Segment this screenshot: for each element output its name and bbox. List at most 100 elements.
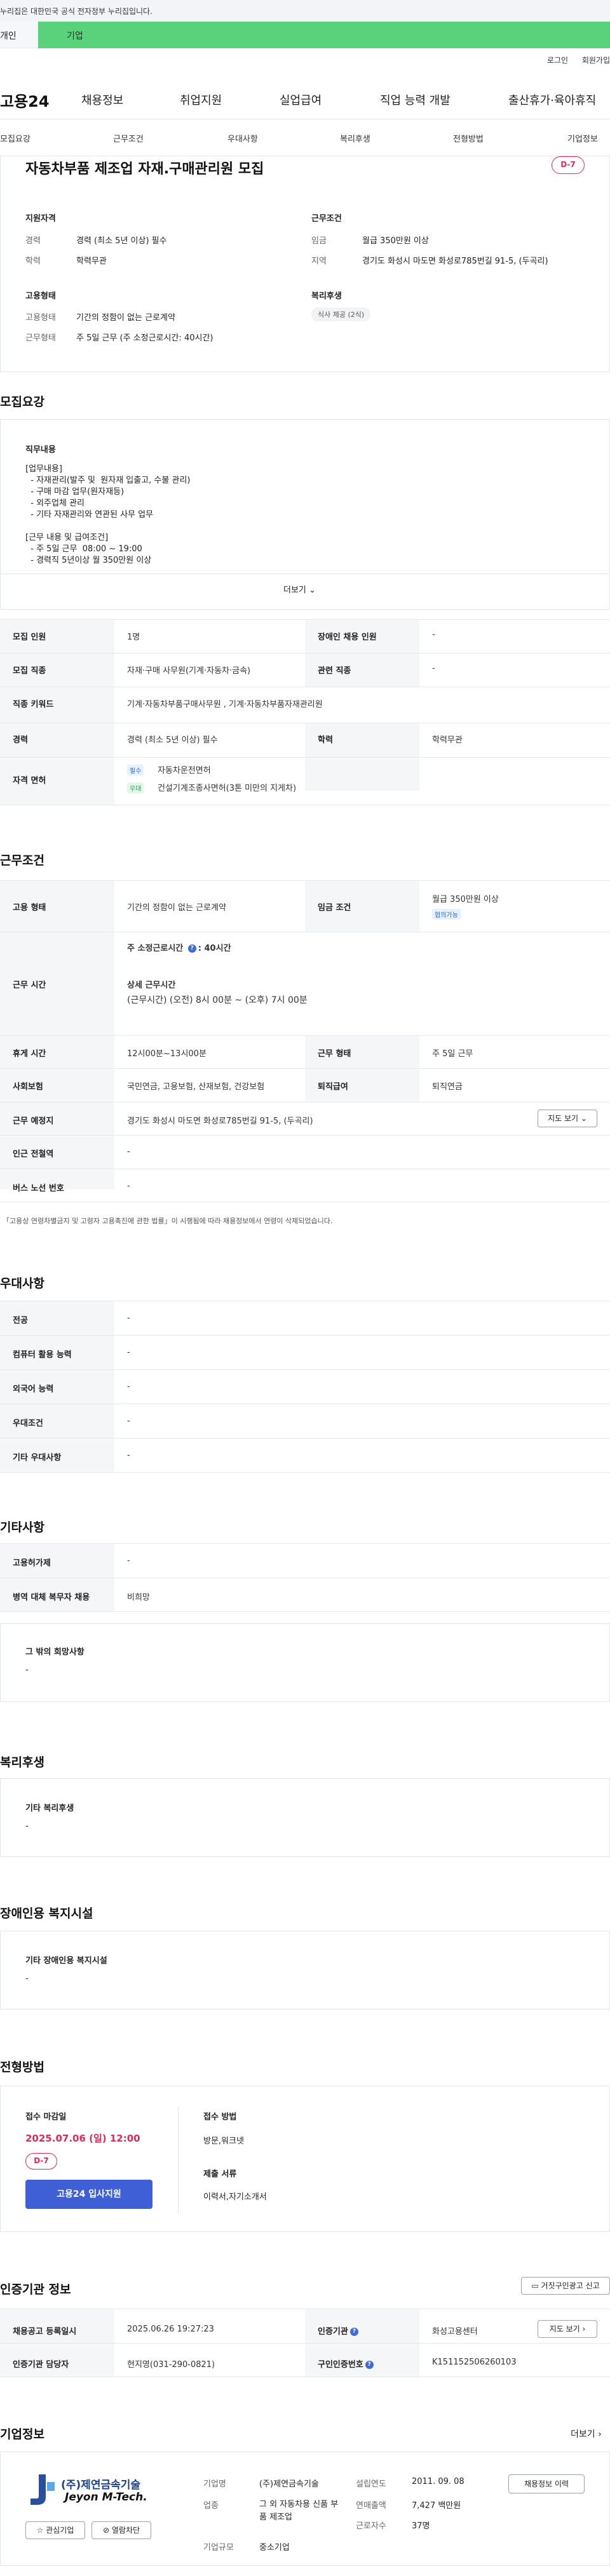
divider (0, 1068, 610, 1069)
employees-label: 근로자수 (356, 2521, 386, 2531)
gnb-item-vocational-training[interactable]: 직업 능력 개발 (380, 91, 451, 108)
wage-label: 임금 조건 (318, 903, 351, 913)
license-label: 자격 면허 (13, 776, 46, 786)
sales-value: 7,427 백만원 (412, 2501, 461, 2511)
divider (0, 1035, 610, 1036)
subway-value: - (127, 1147, 130, 1157)
wage-value: 월급 350만원 이상 (432, 895, 499, 904)
welfare-detail-value: - (25, 1821, 29, 1831)
map-view-button[interactable]: 지도 보기 ⌄ (538, 1110, 597, 1127)
interest-company-label: 관심기업 (46, 2526, 74, 2535)
tab-recruit[interactable]: 모집요강 (0, 132, 30, 144)
pref-etc-label: 기타 우대사항 (13, 1453, 62, 1463)
info-icon[interactable]: ? (187, 944, 196, 953)
divider (0, 1472, 610, 1473)
detail-hours-value: (근무시간) (오전) 8시 00분 ~ (오후) 7시 00분 (127, 995, 308, 1005)
company-more-label: 더보기 (571, 2429, 595, 2439)
gnb-item-jobs[interactable]: 채용정보 (81, 91, 123, 108)
job-type-label: 모집 직종 (13, 666, 46, 676)
summary-career-value: 경력 (최소 5년 이상) 필수 (76, 236, 167, 246)
divider (0, 1102, 610, 1103)
divider (0, 1335, 610, 1336)
disabled-facility-section-title: 장애인용 복지시설 (0, 1907, 93, 1921)
major-value: - (127, 1313, 130, 1323)
keyword-value: 기계·자동차부품구매사무원 , 기계·자동차부품자재관리원 (127, 700, 323, 709)
gnb-item-parental-leave[interactable]: 출산휴가·육아휴직 (508, 91, 596, 108)
agency-label: 인증기관? (318, 2324, 360, 2337)
selection-section-title: 전형방법 (0, 2060, 44, 2074)
welfare-detail-heading: 기타 복리후생 (25, 1804, 74, 1813)
divider (0, 1611, 610, 1612)
break-label: 휴게 시간 (13, 1049, 46, 1059)
disabled-hire-label: 장애인 채용 인원 (318, 633, 377, 642)
interest-company-button[interactable]: ☆ 관심기업 (25, 2521, 85, 2539)
block-view-button[interactable]: ⊘ 열람차단 (92, 2521, 151, 2539)
table-header-bg (305, 757, 419, 791)
weekly-hours: 주 소정근로시간 ?: 40시간 (127, 941, 231, 953)
dday-badge: D-7 (552, 156, 585, 174)
summary-career-label: 경력 (25, 236, 41, 246)
weekly-hours-separator: : (198, 944, 201, 953)
divider (0, 2343, 610, 2344)
age-law-note: 「고용상 연령차별금지 및 고령자 고용촉진에 관한 법률」이 시행됨에 따라 … (3, 1217, 333, 1225)
disabled-facility-box (0, 1931, 610, 2009)
welfare-heading: 복리후생 (311, 292, 342, 301)
cert-id-label: 구인인증번호? (318, 2358, 376, 2370)
tab-company[interactable]: 기업정보 (567, 132, 598, 144)
divider (0, 757, 610, 758)
welfare-box (0, 1778, 610, 1857)
qualification-heading: 지원자격 (25, 214, 56, 224)
welfare-section-title: 복리후생 (0, 1755, 44, 1769)
report-fake-ad-button[interactable]: ▭ 거짓구인광고 신고 (521, 2277, 610, 2295)
edu-label: 학력 (318, 735, 333, 745)
divider (0, 653, 610, 654)
company-more-link[interactable]: 더보기 › (571, 2427, 602, 2440)
info-icon[interactable]: ? (365, 2361, 374, 2369)
shift-value: 주 5일 근무 (432, 1049, 473, 1059)
block-icon: ⊘ (102, 2526, 110, 2535)
gnb-item-employment-support[interactable]: 취업지원 (180, 91, 222, 108)
login-link[interactable]: 로그인 (547, 56, 568, 65)
summary-work-value: 주 5일 근무 (주 소정근로시간: 40시간) (76, 333, 214, 343)
bus-label: 버스 노선 번호 (13, 1184, 64, 1193)
divider (0, 1438, 610, 1439)
tab-selection[interactable]: 전형방법 (453, 132, 484, 144)
agency-map-button[interactable]: 지도 보기 › (538, 2320, 597, 2338)
user-type-company[interactable]: 기업 (38, 22, 610, 48)
method-label: 접수 방법 (203, 2112, 237, 2122)
info-icon[interactable]: ? (349, 2328, 358, 2336)
report-fake-ad-label: 거짓구인광고 신고 (541, 2281, 600, 2290)
break-value: 12시00분~13시00분 (127, 1049, 207, 1059)
company-logo-eng: Jeyon M-Tech. (65, 2491, 147, 2504)
site-logo[interactable]: 고용24 (0, 89, 50, 111)
company-name-value: (주)제연금속기술 (259, 2479, 319, 2489)
insurance-label: 사회보험 (13, 1082, 43, 1092)
reg-date-value: 2025.06.26 19:27:23 (127, 2324, 214, 2334)
tab-work-conditions[interactable]: 근무조건 (113, 132, 144, 144)
summary-work-label: 근무형태 (25, 333, 56, 343)
tab-preferences[interactable]: 우대사항 (227, 132, 258, 144)
negotiable-tag: 협의가능 (432, 909, 461, 920)
user-type-personal[interactable]: 개인 (0, 22, 38, 48)
language-value: - (127, 1382, 130, 1392)
summary-edu-label: 학력 (25, 257, 41, 266)
hiring-history-button[interactable]: 채용정보 이력 (508, 2474, 585, 2493)
join-link[interactable]: 회원가입 (582, 56, 610, 65)
tab-welfare[interactable]: 복리후생 (340, 132, 370, 144)
job-content-more-button[interactable]: 더보기 ⌄ (283, 583, 316, 595)
pref-etc-value: - (127, 1451, 130, 1460)
company-logo-mark (30, 2474, 55, 2505)
cert-id-label-text: 구인인증번호 (318, 2360, 363, 2370)
divider (178, 2106, 179, 2214)
emp-type-value: 기간의 정함이 없는 근로계약 (127, 903, 226, 913)
company-name-label: 기업명 (203, 2479, 226, 2489)
gov-notice-text: 누리집은 대한민국 공식 전자정부 누리집입니다. (0, 7, 152, 16)
apply-button[interactable]: 고용24 입사지원 (25, 2180, 152, 2209)
divider (0, 1135, 610, 1136)
gnb-item-unemployment-benefit[interactable]: 실업급여 (280, 91, 322, 108)
location-label: 근무 예정지 (13, 1117, 54, 1126)
career-label: 경력 (13, 735, 28, 745)
reg-date-label: 채용공고 등록일시 (13, 2327, 77, 2337)
manager-label: 인증기관 담당자 (13, 2360, 69, 2370)
major-label: 전공 (13, 1316, 28, 1325)
